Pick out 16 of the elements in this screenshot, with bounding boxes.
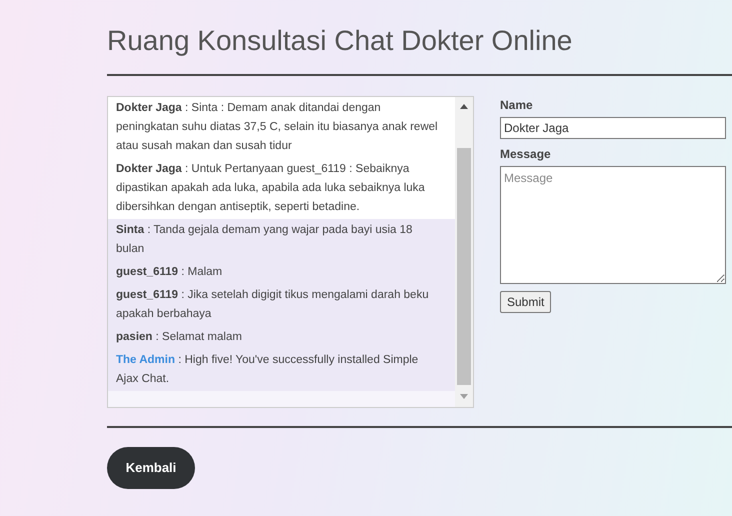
up-arrow-icon[interactable]	[459, 102, 469, 110]
submit-button[interactable]: Submit	[500, 291, 552, 313]
chat-message: Dokter Jaga : Sinta : Demam anak ditandai dengan peningkatan suhu diatas 37,5 C, selain itu biasanya anak rewel atau susah makan dan susah tidur	[108, 97, 455, 158]
message-label: Message	[500, 146, 551, 163]
name-label: Name	[500, 97, 533, 114]
down-arrow-icon[interactable]	[459, 393, 469, 401]
back-button[interactable]: Kembali	[107, 447, 195, 489]
page-title: Ruang Konsultasi Chat Dokter Online	[107, 24, 574, 58]
chat-message: Dokter Jaga : Untuk Pertanyaan guest_6119 : Sebaiknya dipastikan apakah ada luka, apabila ada luka sebaiknya luka dibersihkan dengan antiseptik, seperti betadine.	[108, 158, 455, 219]
name-field[interactable]: Dokter Jaga	[500, 117, 726, 139]
chat-message: pasien : Selamat malam	[108, 326, 455, 349]
chat-message: guest_6119 : Malam	[108, 261, 455, 284]
chat-message: The Admin : High five! You've successfully installed Simple Ajax Chat.	[108, 349, 455, 391]
message-field[interactable]: Message	[500, 166, 726, 284]
scrollbar-thumb[interactable]	[457, 148, 471, 385]
scrollbar[interactable]	[455, 97, 473, 407]
